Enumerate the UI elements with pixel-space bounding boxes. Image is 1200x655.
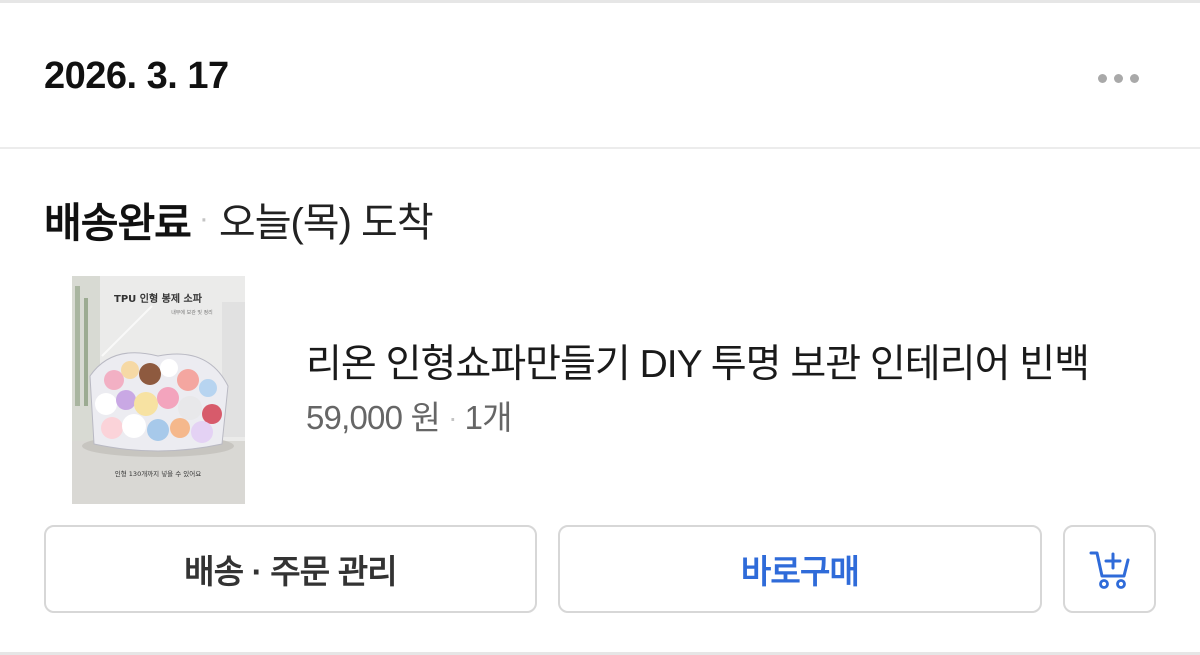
order-date: 2026. 3. 17 xyxy=(44,55,229,97)
price-line: 59,000 원 · 1개 xyxy=(306,397,513,439)
thumbnail-caption: 인형 130개까지 넣을 수 있어요 xyxy=(115,469,201,478)
cart-add-icon xyxy=(1089,551,1129,589)
buy-now-button[interactable]: 바로구매 xyxy=(558,525,1042,613)
order-management-button[interactable]: 배송 · 주문 관리 xyxy=(44,525,537,613)
more-dot-icon xyxy=(1113,73,1123,83)
more-dot-icon xyxy=(1129,73,1139,83)
more-dot-icon xyxy=(1097,73,1107,83)
order-header: 2026. 3. 17 xyxy=(0,3,1200,149)
status-separator: · xyxy=(198,202,209,235)
product-thumbnail[interactable]: TPU 인형 봉제 소파 내부에 보관 및 정리 인형 130개까지 넣을 수 … xyxy=(72,276,245,504)
add-to-cart-button[interactable] xyxy=(1063,525,1156,613)
product-quantity: 1개 xyxy=(464,399,513,436)
order-card: 2026. 3. 17 배송완료 · 오늘(목) 도착 TPU 인형 봉제 소파… xyxy=(0,0,1200,655)
delivery-status-label: 배송완료 xyxy=(44,200,192,246)
thumbnail-subtitle: 내부에 보관 및 정리 xyxy=(171,309,213,316)
more-options-button[interactable] xyxy=(1090,61,1146,95)
delivery-status: 배송완료 · 오늘(목) 도착 xyxy=(44,193,434,246)
price-separator: · xyxy=(448,402,457,433)
product-price: 59,000 원 xyxy=(306,399,441,436)
product-name[interactable]: 리온 인형쇼파만들기 DIY 투명 보관 인테리어 빈백 xyxy=(306,341,1090,389)
thumbnail-title: TPU 인형 봉제 소파 xyxy=(114,292,203,305)
arrival-date-label: 오늘(목) 도착 xyxy=(218,201,434,245)
product-image: TPU 인형 봉제 소파 내부에 보관 및 정리 인형 130개까지 넣을 수 … xyxy=(72,276,245,504)
